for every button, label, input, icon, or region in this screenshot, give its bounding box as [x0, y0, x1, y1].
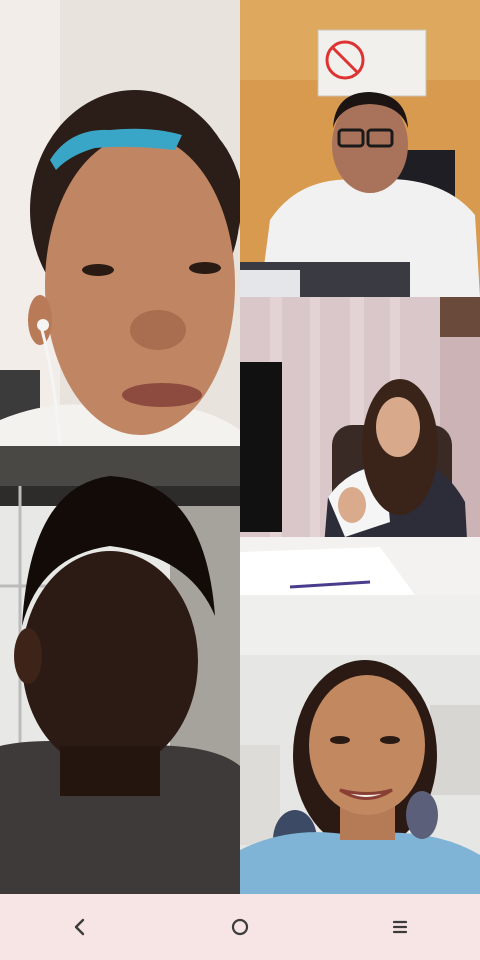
participant-video-3 [240, 297, 480, 595]
participant-video-2 [240, 0, 480, 297]
participant-video-4 [0, 446, 240, 894]
home-button[interactable] [208, 901, 272, 953]
participant-video-tile-3[interactable] [240, 297, 480, 595]
back-button[interactable] [48, 901, 112, 953]
participant-video-tile-2[interactable] [240, 0, 480, 297]
three-lines-menu-icon [392, 920, 408, 934]
participant-video-1 [0, 0, 240, 446]
participant-video-tile-4[interactable] [0, 446, 240, 894]
circle-home-icon [231, 918, 249, 936]
system-navigation-bar [0, 894, 480, 960]
participant-video-5 [240, 595, 480, 894]
participant-video-tile-5[interactable] [240, 595, 480, 894]
chevron-left-icon [74, 918, 85, 936]
menu-button[interactable] [368, 901, 432, 953]
participant-video-tile-1[interactable] [0, 0, 240, 446]
